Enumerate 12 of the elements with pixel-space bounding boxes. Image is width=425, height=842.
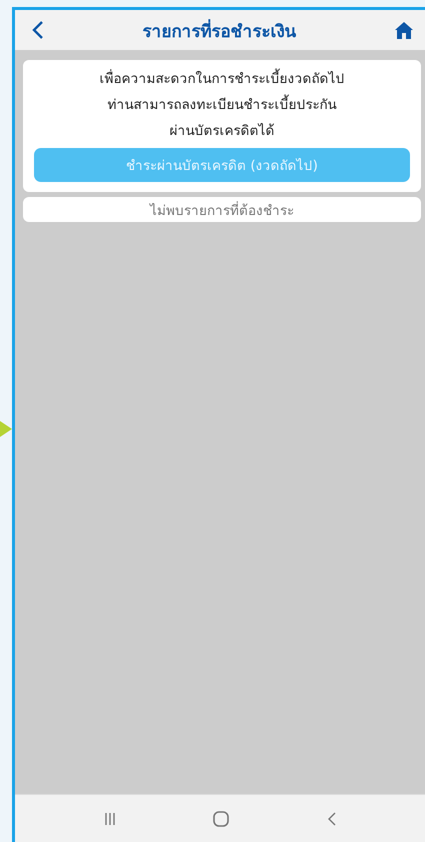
notice-text: เพื่อความสะดวกในการชำระเบี้ยงวดถัดไป bbox=[100, 66, 344, 92]
empty-message: ไม่พบรายการที่ต้องชำระ bbox=[150, 200, 294, 220]
page-title: รายการที่รอชำระเงิน bbox=[142, 16, 296, 44]
home-button-icon[interactable] bbox=[213, 810, 230, 826]
back-nav-icon[interactable] bbox=[327, 812, 336, 826]
recent-apps-icon[interactable] bbox=[104, 812, 116, 826]
home-icon[interactable] bbox=[395, 22, 413, 38]
back-icon[interactable] bbox=[32, 20, 44, 40]
notice-text: ท่านสามารถลงทะเบียนชำระเบี้ยประกัน bbox=[108, 92, 336, 118]
notice-text: ผ่านบัตรเครดิตได้ bbox=[170, 122, 274, 141]
credit-card-payment-button[interactable]: ชำระผ่านบัตรเครดิต (งวดถัดไป) bbox=[34, 148, 410, 182]
pointer-arrow-icon bbox=[0, 421, 12, 437]
